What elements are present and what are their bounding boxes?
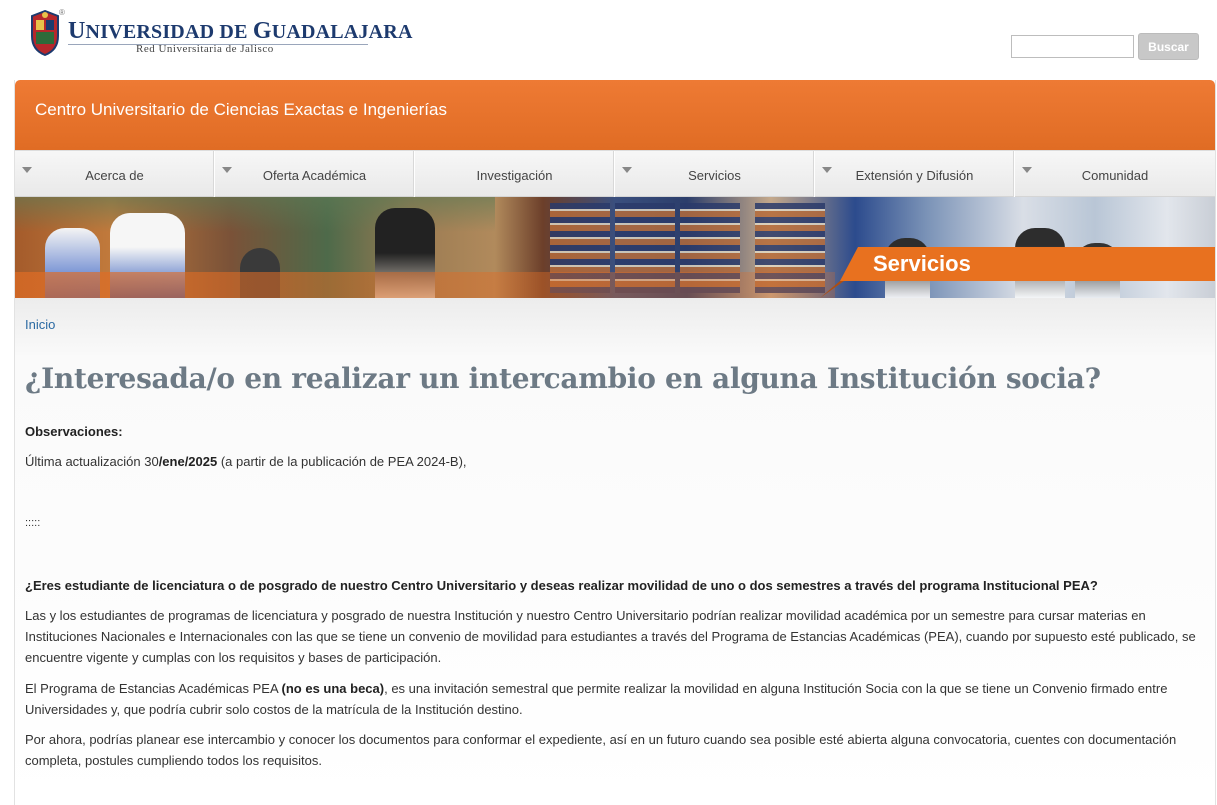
search-input[interactable]	[1011, 35, 1134, 58]
section-banner: Servicios	[15, 197, 1215, 298]
caret-down-icon[interactable]	[1022, 167, 1032, 173]
nav-item-servicios[interactable]: Servicios	[615, 151, 815, 197]
university-logo[interactable]: ® UNIVERSIDAD DE GUADALAJARA Red Univers…	[24, 8, 412, 64]
observations-label: Observaciones:	[25, 424, 123, 439]
paragraph-1: Las y los estudiantes de programas de li…	[25, 608, 1196, 665]
paragraph-3: Por ahora, podrías planear ese intercamb…	[25, 732, 1177, 768]
university-seal-icon	[31, 10, 59, 56]
nav-item-extension-difusion[interactable]: Extensión y Difusión	[815, 151, 1015, 197]
university-name: UNIVERSIDAD DE GUADALAJARA	[68, 18, 413, 44]
paragraph-2: El Programa de Estancias Académicas PEA …	[25, 681, 1168, 717]
caret-down-icon[interactable]	[22, 167, 32, 173]
university-subtitle: Red Universitaria de Jalisco	[136, 43, 274, 55]
nav-item-label: Oferta Académica	[262, 168, 367, 183]
nav-item-acerca-de[interactable]: Acerca de	[15, 151, 215, 197]
nav-item-comunidad[interactable]: Comunidad	[1015, 151, 1215, 197]
nav-item-label: Investigación	[476, 168, 553, 183]
nav-item-label: Acerca de	[85, 168, 144, 183]
question-heading: ¿Eres estudiante de licenciatura o de po…	[25, 578, 1098, 593]
search-button[interactable]: Buscar	[1138, 33, 1199, 60]
banner-shade	[15, 272, 835, 298]
separator-text: :::::	[25, 517, 41, 529]
section-label: Servicios	[873, 251, 971, 276]
center-title[interactable]: Centro Universitario de Ciencias Exactas…	[35, 100, 447, 120]
site-header: Centro Universitario de Ciencias Exactas…	[15, 80, 1215, 150]
nav-item-oferta-academica[interactable]: Oferta Académica	[215, 151, 415, 197]
nav-item-label: Extensión y Difusión	[855, 168, 974, 183]
caret-down-icon[interactable]	[622, 167, 632, 173]
caret-down-icon[interactable]	[222, 167, 232, 173]
main-nav: Acerca de Oferta Académica Investigación…	[15, 150, 1215, 197]
registered-mark: ®	[59, 8, 65, 17]
top-bar: ® UNIVERSIDAD DE GUADALAJARA Red Univers…	[0, 0, 1217, 78]
breadcrumb-home-link[interactable]: Inicio	[25, 317, 55, 332]
nav-item-label: Servicios	[688, 168, 741, 183]
page-title: ¿Interesada/o en realizar un intercambio…	[25, 362, 1101, 395]
nav-item-investigacion[interactable]: Investigación	[415, 151, 615, 197]
nav-item-label: Comunidad	[1081, 168, 1149, 183]
last-update-line: Última actualización 30/ene/2025 (a part…	[25, 454, 467, 469]
caret-down-icon[interactable]	[822, 167, 832, 173]
